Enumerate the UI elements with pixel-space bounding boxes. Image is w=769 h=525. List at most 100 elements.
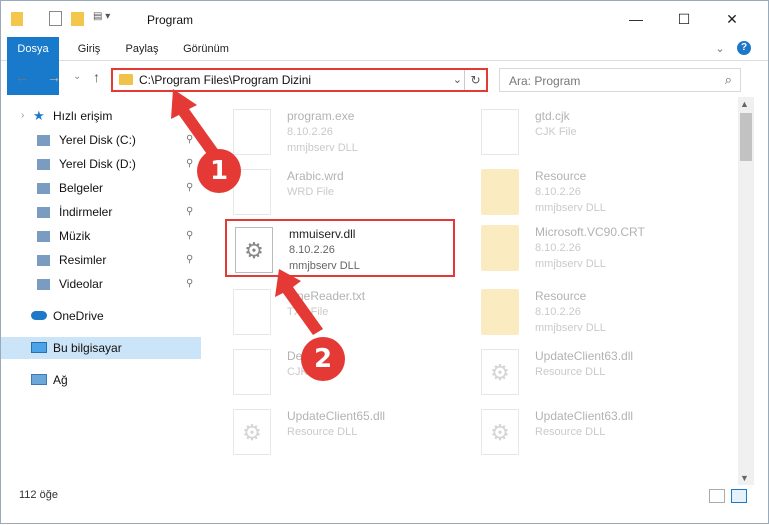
customize-quick-access-icon[interactable]: ▤ ▾ [93, 11, 121, 31]
item-count: 112 öğe [19, 489, 58, 501]
file-item[interactable]: ⚙ UpdateClient65.dll Resource DLL [225, 403, 455, 461]
refresh-button[interactable]: ↻ [464, 70, 486, 90]
file-version: 8.10.2.26 [535, 306, 581, 318]
sidebar-label: Resimler [59, 253, 107, 267]
file-item[interactable]: ⚙ UpdateClient63.dll Resource DLL [473, 403, 703, 461]
pin-icon[interactable]: ⚲ [186, 273, 193, 295]
file-version: TXT File [287, 306, 329, 318]
file-version: Resource DLL [535, 366, 606, 378]
documents-icon [37, 183, 50, 194]
pin-icon[interactable]: ⚲ [186, 225, 193, 247]
address-path: C:\Program Files\Program Dizini [139, 73, 312, 87]
details-view-button[interactable] [709, 489, 725, 503]
file-icon [233, 349, 271, 395]
file-item[interactable]: ⚙ UpdateClient63.dll Resource DLL [473, 343, 703, 401]
sidebar-label: Bu bilgisayar [53, 341, 122, 355]
file-icon [233, 109, 271, 155]
sidebar-item-quick-access[interactable]: › ★ Hızlı erişim [1, 105, 201, 127]
pin-icon[interactable]: ⚲ [186, 153, 193, 175]
tab-giris[interactable]: Giriş [67, 37, 111, 61]
sidebar-item[interactable]: Yerel Disk (C:) ⚲ [1, 129, 201, 151]
music-icon [37, 231, 50, 242]
pin-icon[interactable]: ⚲ [186, 249, 193, 271]
sidebar-item[interactable]: Videolar ⚲ [1, 273, 201, 295]
downloads-icon [37, 207, 50, 218]
file-icon [233, 289, 271, 335]
sidebar-label: Yerel Disk (C:) [59, 133, 136, 147]
file-list: program.exe 8.10.2.26 mmjbserv DLL gtd.cjk C… [211, 101, 738, 481]
file-name: program.exe [287, 109, 355, 123]
minimize-button[interactable]: — [613, 1, 659, 37]
sidebar-item[interactable]: Yerel Disk (D:) ⚲ [1, 153, 201, 175]
file-item[interactable]: FineReader.txt TXT File [225, 283, 455, 341]
sidebar-item[interactable]: Belgeler ⚲ [1, 177, 201, 199]
file-item[interactable]: Arabic.wrd WRD File [225, 163, 455, 221]
explorer-window: ▤ ▾ Program — ☐ ✕ Dosya Giriş Paylaş Gör… [0, 0, 769, 524]
address-dropdown-icon[interactable]: ⌄ [453, 73, 462, 86]
folder-icon [11, 12, 23, 26]
scroll-thumb[interactable] [740, 113, 752, 161]
recent-locations-icon[interactable]: ⌄ [73, 71, 81, 82]
file-version: 8.10.2.26 [535, 242, 581, 254]
file-name: Microsoft.VC90.CRT [535, 225, 645, 239]
scroll-down-icon[interactable]: ▼ [740, 473, 749, 483]
pin-icon[interactable]: ⚲ [186, 129, 193, 151]
file-type: mmjbserv DLL [535, 258, 606, 270]
file-name: Resource [535, 289, 587, 303]
file-item[interactable]: gtd.cjk CJK File [473, 103, 703, 161]
sidebar-item-this-pc[interactable]: Bu bilgisayar [1, 337, 201, 359]
file-version: 8.10.2.26 [289, 244, 335, 256]
window-title: Program [147, 13, 194, 27]
file-type: mmjbserv DLL [535, 202, 606, 214]
gear-file-icon: ⚙ [481, 409, 519, 455]
folder-icon [481, 289, 519, 335]
file-name: UpdateClient63.dll [535, 349, 634, 363]
up-button[interactable]: ↑ [93, 69, 100, 85]
pin-icon[interactable]: ⚲ [186, 201, 193, 223]
sidebar-label: İndirmeler [59, 205, 113, 219]
address-bar[interactable]: C:\Program Files\Program Dizini ⌄ ↻ [111, 68, 488, 92]
drive-icon [37, 159, 50, 170]
file-name: UpdateClient63.dll [535, 409, 634, 423]
file-type: mmjbserv DLL [287, 142, 358, 154]
sidebar-item[interactable]: İndirmeler ⚲ [1, 201, 201, 223]
navigation-bar: ← → ⌄ ↑ C:\Program Files\Program Dizini … [1, 63, 768, 95]
sidebar-item[interactable]: Resimler ⚲ [1, 249, 201, 271]
file-item[interactable]: ⚙ mmuiserv.dll 8.10.2.26 mmjbserv DLL [225, 219, 455, 277]
help-icon[interactable]: ? [737, 41, 751, 55]
vertical-scrollbar[interactable]: ▲ ▼ [738, 97, 754, 485]
sidebar-item-onedrive[interactable]: OneDrive [1, 305, 201, 327]
file-item[interactable]: Resource 8.10.2.26 mmjbserv DLL [473, 283, 703, 341]
large-icons-view-button[interactable] [731, 489, 747, 503]
ribbon-expand-icon[interactable]: ⌄ [711, 37, 729, 61]
file-item[interactable]: Resource 8.10.2.26 mmjbserv DLL [473, 163, 703, 221]
file-item[interactable]: Microsoft.VC90.CRT 8.10.2.26 mmjbserv DLL [473, 219, 703, 277]
sidebar-label: Hızlı erişim [53, 109, 113, 123]
file-type: mmjbserv DLL [289, 260, 360, 272]
back-button[interactable]: ← [15, 69, 29, 85]
file-name: Arabic.wrd [287, 169, 344, 183]
star-icon: ★ [33, 108, 45, 123]
close-button[interactable]: ✕ [709, 1, 755, 37]
tab-paylas[interactable]: Paylaş [117, 37, 167, 61]
sidebar-label: Müzik [59, 229, 91, 243]
gear-file-icon: ⚙ [235, 227, 273, 273]
file-item[interactable]: program.exe 8.10.2.26 mmjbserv DLL [225, 103, 455, 161]
properties-icon[interactable] [49, 11, 62, 26]
maximize-button[interactable]: ☐ [661, 1, 707, 37]
file-name: Resource [535, 169, 587, 183]
file-type: mmjbserv DLL [535, 322, 606, 334]
sidebar-item-network[interactable]: Ağ [1, 369, 201, 391]
pin-icon[interactable]: ⚲ [186, 177, 193, 199]
scroll-up-icon[interactable]: ▲ [740, 99, 749, 109]
navigation-pane: › ★ Hızlı erişim Yerel Disk (C:) ⚲ Yerel D… [1, 101, 205, 481]
tab-gorunum[interactable]: Görünüm [173, 37, 239, 61]
file-version: 8.10.2.26 [287, 126, 333, 138]
folder-icon [119, 74, 133, 85]
search-input[interactable]: Ara: Program ⌕ [499, 68, 741, 92]
sidebar-label: OneDrive [53, 309, 104, 323]
sidebar-item[interactable]: Müzik ⚲ [1, 225, 201, 247]
new-folder-icon[interactable] [71, 12, 84, 26]
forward-button[interactable]: → [47, 69, 61, 85]
ribbon-tabs: Dosya Giriş Paylaş Görünüm ⌄ ? [1, 37, 768, 95]
